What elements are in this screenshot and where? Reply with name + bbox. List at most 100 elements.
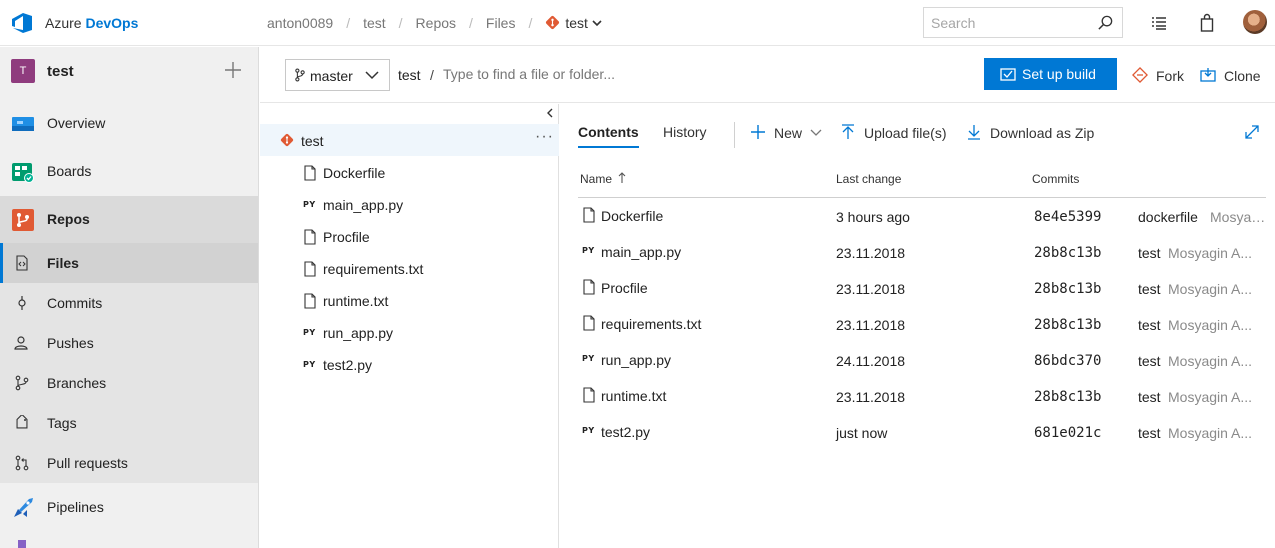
nav-pushes[interactable]: Pushes (0, 323, 258, 363)
tree-root[interactable]: test ··· (260, 124, 559, 156)
plus-icon (751, 125, 765, 139)
commit-id-link[interactable]: 28b8c13b (1034, 281, 1101, 297)
code-file-icon (16, 255, 28, 271)
nav-boards[interactable]: Boards (0, 148, 258, 196)
nav-tags[interactable]: Tags (0, 403, 258, 443)
file-icon (583, 279, 595, 295)
commit-author: Mosyagin A... (1168, 245, 1253, 261)
last-change: 23.11.2018 (836, 245, 906, 261)
file-name-link[interactable]: Procfile (601, 280, 648, 296)
file-icon (304, 293, 316, 309)
file-name-link[interactable]: requirements.txt (601, 316, 701, 332)
tree-item[interactable]: PY run_app.py (260, 316, 559, 348)
python-file-icon: PY (303, 328, 316, 337)
nav-branches[interactable]: Branches (0, 363, 258, 403)
new-label: New (774, 125, 803, 141)
commit-id-link[interactable]: 28b8c13b (1034, 245, 1101, 261)
file-search-input[interactable] (443, 60, 743, 88)
nav-commits[interactable]: Commits (0, 283, 258, 323)
build-icon (1000, 68, 1016, 81)
commit-id-link[interactable]: 86bdc370 (1034, 353, 1101, 369)
table-row[interactable]: PY test2.py just now 681e021c test Mosyagin A… (578, 414, 1266, 450)
nav-pull-requests-label: Pull requests (47, 455, 128, 471)
commit-id-link[interactable]: 28b8c13b (1034, 317, 1101, 333)
commit-message: test (1138, 425, 1161, 441)
tab-contents[interactable]: Contents (578, 124, 639, 148)
collapse-tree-icon[interactable] (544, 106, 556, 120)
path-root[interactable]: test (398, 67, 421, 83)
nav-boards-label: Boards (47, 163, 92, 179)
file-name-link[interactable]: run_app.py (601, 352, 671, 368)
column-name[interactable]: Name (580, 172, 627, 186)
tag-icon (16, 415, 28, 429)
nav-repos[interactable]: Repos (0, 196, 258, 244)
last-change: 23.11.2018 (836, 389, 906, 405)
table-row[interactable]: PY main_app.py 23.11.2018 28b8c13b test Mosya… (578, 234, 1266, 270)
chevron-down-icon (810, 129, 822, 136)
search-icon[interactable] (1097, 14, 1114, 31)
file-name-link[interactable]: Dockerfile (601, 208, 663, 224)
project-name: test (47, 63, 74, 80)
commit-message: test (1138, 353, 1161, 369)
tab-history[interactable]: History (663, 124, 707, 140)
file-name-link[interactable]: main_app.py (601, 244, 681, 260)
boards-icon (12, 163, 34, 183)
clone-icon (1200, 68, 1216, 82)
tree-item[interactable]: Procfile (260, 220, 559, 252)
fullscreen-icon[interactable] (1245, 125, 1259, 139)
task-list-icon[interactable] (1149, 13, 1169, 33)
nav-pull-requests[interactable]: Pull requests (0, 443, 258, 483)
branch-name: master (310, 68, 353, 84)
next-nav-icon-partial (18, 540, 26, 548)
breadcrumb-repos[interactable]: Repos (416, 15, 456, 31)
table-row[interactable]: runtime.txt 23.11.2018 28b8c13b test Mosyagi… (578, 378, 1266, 414)
nav-pipelines[interactable]: Pipelines (0, 484, 258, 532)
commit-author: Mosyagin A... (1168, 425, 1253, 441)
search-box[interactable] (923, 7, 1123, 38)
tree-item[interactable]: requirements.txt (260, 252, 559, 284)
python-file-icon: PY (303, 360, 316, 369)
shopping-bag-icon[interactable] (1197, 13, 1217, 33)
azure-devops-logo-icon[interactable] (10, 11, 34, 35)
commit-id-link[interactable]: 681e021c (1034, 425, 1101, 441)
user-avatar[interactable] (1243, 10, 1267, 34)
commit-id-link[interactable]: 8e4e5399 (1034, 209, 1101, 225)
column-commits[interactable]: Commits (1032, 172, 1079, 186)
tree-item[interactable]: PY test2.py (260, 348, 559, 380)
table-row[interactable]: requirements.txt 23.11.2018 28b8c13b test Mo… (578, 306, 1266, 342)
breadcrumb-org[interactable]: anton0089 (267, 15, 333, 31)
python-file-icon: PY (582, 246, 595, 255)
file-name-link[interactable]: runtime.txt (601, 388, 666, 404)
tree-item[interactable]: PY main_app.py (260, 188, 559, 220)
nav-files[interactable]: Files (0, 243, 258, 283)
brand[interactable]: Azure DevOps (45, 15, 138, 31)
tree-item[interactable]: Dockerfile (260, 156, 559, 188)
file-icon (583, 387, 595, 403)
set-up-build-button[interactable]: Set up build (984, 58, 1117, 90)
breadcrumb-project[interactable]: test (363, 15, 386, 31)
commit-id-link[interactable]: 28b8c13b (1034, 389, 1101, 405)
column-last-change[interactable]: Last change (836, 172, 901, 186)
breadcrumb-files[interactable]: Files (486, 15, 516, 31)
repo-selector[interactable]: test (545, 15, 602, 31)
add-icon[interactable] (224, 61, 242, 79)
table-row[interactable]: Dockerfile 3 hours ago 8e4e5399 dockerfile M… (578, 198, 1266, 234)
search-input[interactable] (924, 8, 1084, 37)
overview-icon (12, 117, 34, 131)
more-options-icon[interactable]: ··· (535, 128, 554, 146)
nav-overview-label: Overview (47, 115, 106, 131)
project-header[interactable]: T test (0, 47, 258, 97)
fork-label: Fork (1156, 68, 1184, 84)
commit-message: test (1138, 389, 1161, 405)
nav-overview[interactable]: Overview (0, 100, 258, 148)
commit-message: dockerfile (1138, 209, 1198, 225)
brand-prefix: Azure (45, 15, 82, 31)
table-row[interactable]: PY run_app.py 24.11.2018 86bdc370 test Mosyag… (578, 342, 1266, 378)
table-row[interactable]: Procfile 23.11.2018 28b8c13b test Mosyagin A… (578, 270, 1266, 306)
file-icon (583, 207, 595, 223)
branch-selector[interactable]: master (285, 59, 390, 91)
pull-request-icon (15, 455, 29, 471)
commit-message: test (1138, 245, 1161, 261)
file-name-link[interactable]: test2.py (601, 424, 650, 440)
tree-item[interactable]: runtime.txt (260, 284, 559, 316)
